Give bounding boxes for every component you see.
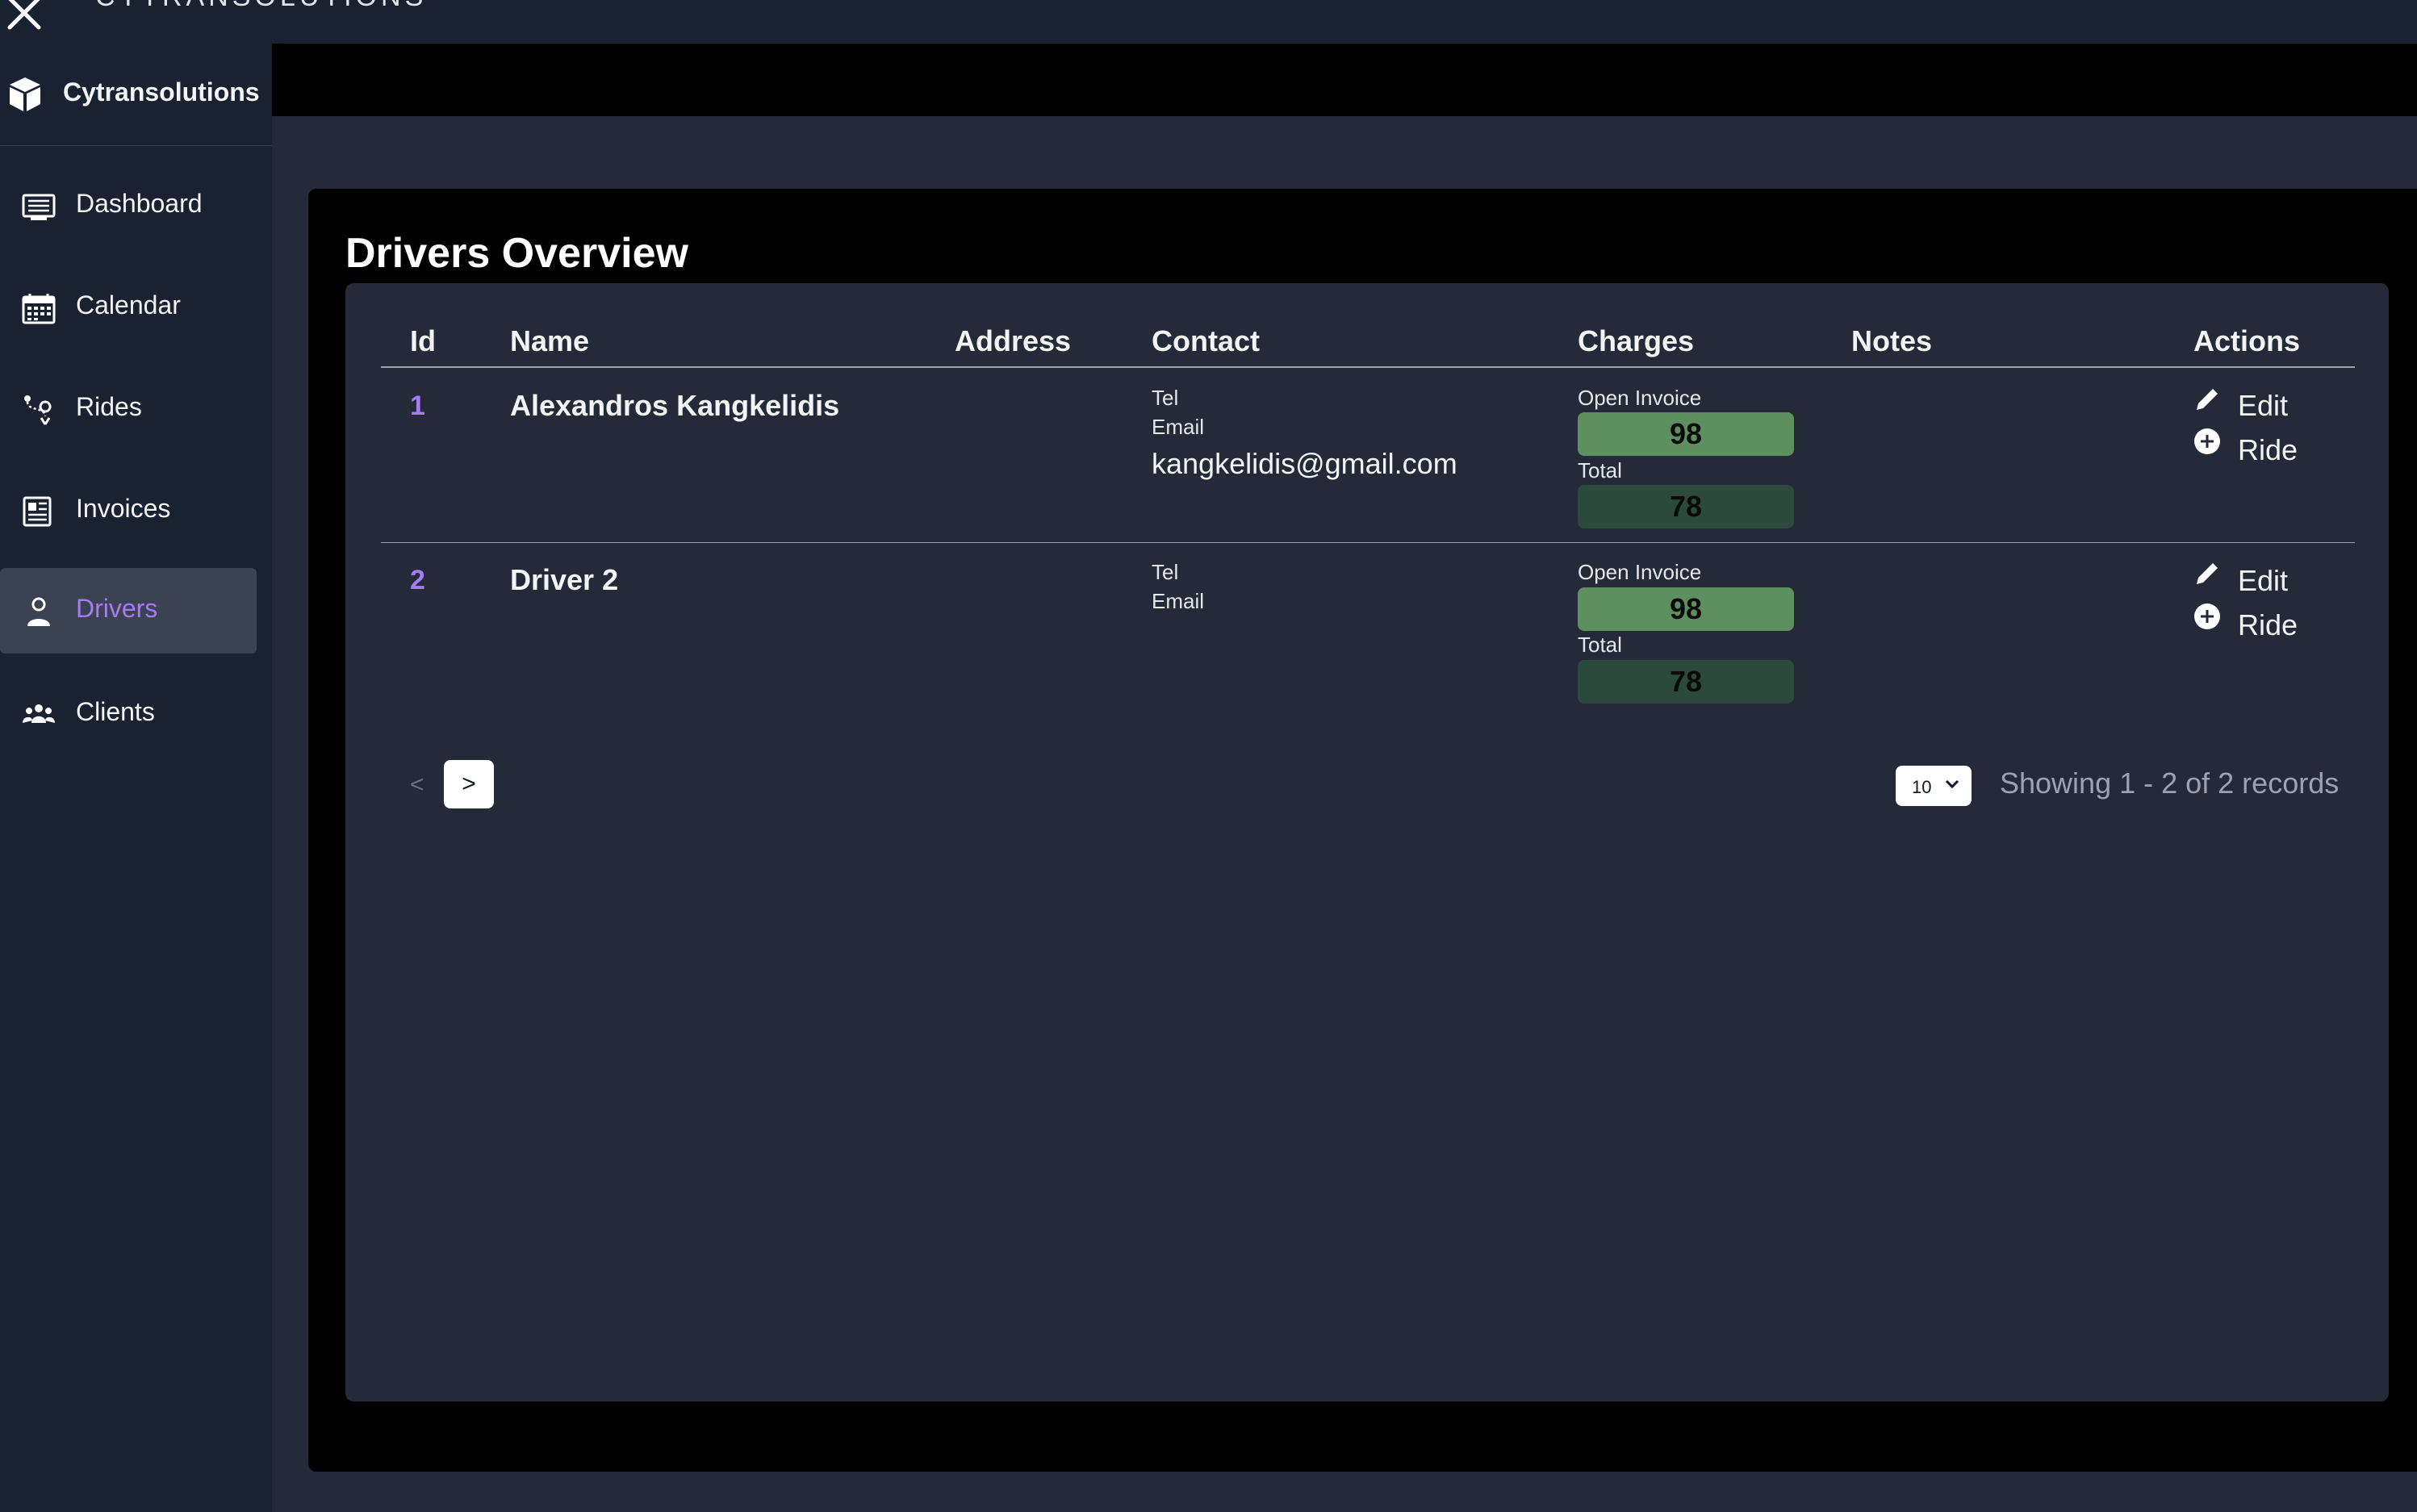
driver-name: Driver 2 — [510, 563, 619, 596]
window-title: CYTRANSOLUTIONS — [95, 0, 427, 13]
chevron-down-icon — [1945, 779, 1959, 789]
brand-name: Cytransolutions — [63, 77, 260, 107]
next-page-button[interactable]: > — [444, 760, 494, 808]
email-value: kangkelidis@gmail.com — [1152, 447, 1457, 480]
column-header-charges: Charges — [1578, 324, 1695, 357]
total-badge: 78 — [1578, 485, 1794, 528]
prev-page-button[interactable]: < — [410, 771, 424, 799]
email-label: Email — [1152, 589, 1205, 613]
open-invoice-label: Open Invoice — [1578, 386, 1702, 410]
sidebar-item-label: Rides — [76, 392, 142, 421]
top-bar: CYTRANSOLUTIONS — [0, 0, 2417, 44]
driver-name: Alexandros Kangkelidis — [510, 389, 840, 422]
dashboard-icon — [22, 194, 56, 220]
column-header-contact: Contact — [1152, 324, 1260, 357]
header-band — [272, 44, 2417, 116]
open-invoice-badge: 98 — [1578, 412, 1794, 456]
drivers-icon — [27, 597, 50, 626]
sidebar-item-drivers[interactable]: Drivers — [0, 568, 257, 654]
edit-button[interactable]: Edit — [2238, 389, 2288, 423]
edit-button[interactable]: Edit — [2238, 564, 2288, 598]
box-logo-icon — [10, 77, 40, 111]
records-summary: Showing 1 - 2 of 2 records — [2000, 766, 2340, 800]
driver-id[interactable]: 1 — [410, 391, 425, 422]
sidebar-item-label: Drivers — [76, 594, 158, 623]
open-invoice-label: Open Invoice — [1578, 560, 1702, 584]
per-page-select[interactable]: 10 — [1896, 766, 1972, 806]
pencil-icon[interactable] — [2193, 386, 2221, 413]
sidebar-item-label: Calendar — [76, 290, 181, 320]
total-label: Total — [1578, 633, 1622, 657]
sidebar-item-rides[interactable]: Rides — [0, 366, 257, 452]
sidebar-item-calendar[interactable]: Calendar — [0, 265, 257, 350]
add-ride-button[interactable]: Ride — [2238, 608, 2298, 642]
brand[interactable]: Cytransolutions — [0, 44, 272, 146]
close-icon[interactable] — [0, 0, 48, 37]
header-divider — [381, 366, 2355, 368]
per-page-value: 10 — [1912, 777, 1932, 797]
row-divider — [381, 542, 2355, 543]
column-header-notes: Notes — [1851, 324, 1933, 357]
clients-icon — [23, 704, 55, 723]
driver-id[interactable]: 2 — [410, 565, 425, 596]
column-header-actions: Actions — [2193, 324, 2301, 357]
page-title: Drivers Overview — [345, 230, 688, 277]
sidebar-item-label: Dashboard — [76, 189, 203, 218]
sidebar-item-invoices[interactable]: Invoices — [0, 468, 257, 553]
column-header-address: Address — [955, 324, 1072, 357]
add-circle-icon[interactable] — [2193, 428, 2221, 455]
sidebar: Cytransolutions Dashboard Calendar Rides… — [0, 44, 272, 1512]
total-label: Total — [1578, 458, 1622, 482]
tel-label: Tel — [1152, 386, 1179, 410]
total-badge: 78 — [1578, 660, 1794, 704]
sidebar-item-clients[interactable]: Clients — [0, 671, 257, 757]
column-header-id: Id — [410, 324, 436, 357]
pencil-icon[interactable] — [2193, 560, 2221, 587]
sidebar-item-dashboard[interactable]: Dashboard — [0, 163, 257, 249]
open-invoice-badge: 98 — [1578, 587, 1794, 631]
tel-label: Tel — [1152, 560, 1179, 584]
rides-icon — [24, 395, 52, 425]
calendar-icon — [22, 294, 56, 324]
invoices-icon — [23, 496, 52, 527]
sidebar-item-label: Invoices — [76, 494, 171, 523]
sidebar-item-label: Clients — [76, 697, 155, 726]
email-label: Email — [1152, 415, 1205, 439]
add-circle-icon[interactable] — [2193, 603, 2221, 630]
column-header-name: Name — [510, 324, 590, 357]
add-ride-button[interactable]: Ride — [2238, 433, 2298, 467]
